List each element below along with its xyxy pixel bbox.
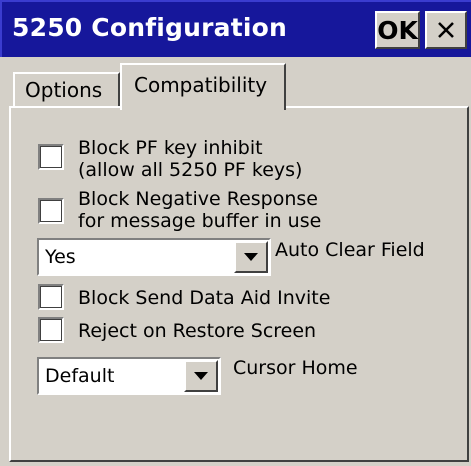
config-window: 5250 Configuration OK Options Compatibil…	[0, 0, 471, 466]
block-send-label: Block Send Data Aid Invite	[78, 287, 331, 309]
auto-clear-dropdown[interactable]: Yes	[37, 238, 271, 276]
auto-clear-label: Auto Clear Field	[275, 239, 425, 261]
ok-button[interactable]: OK	[375, 11, 420, 49]
block-pf-label-line2: (allow all 5250 PF keys)	[78, 159, 303, 181]
block-pf-label-line1: Block PF key inhibit	[78, 137, 263, 159]
window-title: 5250 Configuration	[12, 13, 288, 42]
reject-restore-label: Reject on Restore Screen	[78, 320, 317, 342]
chevron-down-icon	[194, 372, 208, 380]
cursor-home-dropdown[interactable]: Default	[37, 357, 221, 395]
block-pf-checkbox[interactable]	[38, 144, 64, 170]
title-bar: 5250 Configuration OK	[0, 0, 471, 57]
reject-restore-checkbox[interactable]	[38, 317, 64, 343]
cursor-home-label: Cursor Home	[233, 357, 358, 379]
auto-clear-dropdown-button[interactable]	[234, 241, 268, 273]
tab-compatibility[interactable]: Compatibility	[120, 63, 286, 110]
close-button[interactable]	[425, 11, 467, 49]
block-negative-checkbox[interactable]	[38, 198, 64, 224]
block-send-checkbox[interactable]	[38, 284, 64, 310]
auto-clear-value: Yes	[45, 246, 76, 268]
cursor-home-dropdown-button[interactable]	[184, 360, 218, 392]
tab-options[interactable]: Options	[13, 72, 120, 108]
close-icon	[438, 22, 454, 38]
block-negative-label-line1: Block Negative Response	[78, 188, 318, 210]
tab-panel-join	[122, 105, 284, 109]
cursor-home-value: Default	[45, 365, 115, 387]
block-negative-label-line2: for message buffer in use	[78, 210, 322, 232]
chevron-down-icon	[244, 253, 258, 261]
